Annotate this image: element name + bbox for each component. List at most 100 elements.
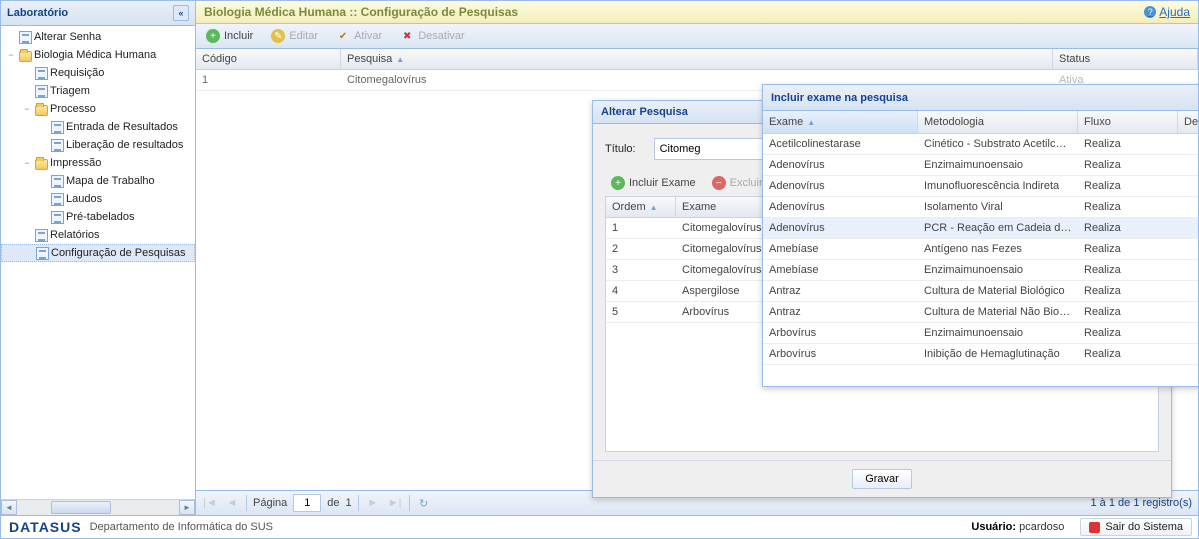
exit-icon: [1089, 522, 1100, 533]
page-icon: [35, 85, 48, 98]
dept-label: Departamento de Informática do SUS: [90, 521, 273, 533]
incluir-button[interactable]: +Incluir: [202, 27, 257, 45]
help-icon: ?: [1144, 6, 1156, 18]
col-ordem[interactable]: Ordem▲: [606, 197, 676, 217]
tree-toggle-icon[interactable]: −: [3, 50, 19, 60]
brand-logo: DATASUS: [1, 519, 90, 535]
col-fluxo[interactable]: Fluxo: [1078, 111, 1178, 133]
incluir-exame-panel: Incluir exame na pesquisa ✕ Exame▲ Metod…: [762, 84, 1198, 387]
tree-node[interactable]: Relatórios: [1, 226, 195, 244]
prev-page-button[interactable]: ◄: [224, 495, 240, 511]
folder-icon: [35, 159, 48, 170]
col-destino[interactable]: Destino: [1178, 111, 1198, 133]
titulo-label: Título:: [605, 143, 636, 155]
page-icon: [51, 211, 64, 224]
exame-row[interactable]: AdenovírusPCR - Reação em Cadeia de Poli…: [763, 218, 1198, 239]
tree-node[interactable]: Mapa de Trabalho: [1, 172, 195, 190]
tree-node[interactable]: −Processo: [1, 100, 195, 118]
paging-info: 1 à 1 de 1 registro(s): [1091, 497, 1193, 509]
col-pesquisa[interactable]: Pesquisa▲: [341, 49, 1053, 69]
sidebar-title: Laboratório: [7, 7, 68, 19]
exame-row[interactable]: AntrazCultura de Material Não BiológicoR…: [763, 302, 1198, 323]
exame-row[interactable]: AntrazCultura de Material BiológicoReali…: [763, 281, 1198, 302]
edit-icon: ✎: [271, 29, 285, 43]
next-page-button[interactable]: ►: [365, 495, 381, 511]
folder-icon: [35, 105, 48, 116]
page-icon: [51, 121, 64, 134]
tree-node[interactable]: Entrada de Resultados: [1, 118, 195, 136]
excluir-button[interactable]: −Excluir: [708, 174, 767, 192]
main-panel: Biologia Médica Humana :: Configuração d…: [196, 1, 1198, 515]
scroll-right-icon[interactable]: ►: [179, 500, 195, 515]
x-icon: ✖: [400, 29, 414, 43]
check-icon: ✔: [336, 29, 350, 43]
grid-header: Código Pesquisa▲ Status: [196, 49, 1198, 70]
exame-row[interactable]: AcetilcolinestaraseCinético - Substrato …: [763, 134, 1198, 155]
col-status[interactable]: Status: [1053, 49, 1198, 69]
folder-icon: [19, 51, 32, 62]
gravar-button[interactable]: Gravar: [852, 469, 912, 489]
page-icon: [51, 175, 64, 188]
exame-row[interactable]: AdenovírusEnzimaimunoensaioRealiza: [763, 155, 1198, 176]
page-title: Biologia Médica Humana :: Configuração d…: [204, 5, 518, 19]
sort-asc-icon: ▲: [807, 118, 815, 127]
col-metodologia[interactable]: Metodologia: [918, 111, 1078, 133]
tree-node[interactable]: Requisição: [1, 64, 195, 82]
editar-button[interactable]: ✎Editar: [267, 27, 322, 45]
incluir-title: Incluir exame na pesquisa: [771, 92, 908, 104]
toolbar: +Incluir ✎Editar ✔Ativar ✖Desativar: [196, 24, 1198, 49]
user-info: Usuário: pcardoso: [961, 521, 1074, 533]
tree-label: Alterar Senha: [34, 31, 101, 43]
last-page-button[interactable]: ►|: [387, 495, 403, 511]
alterar-title: Alterar Pesquisa: [601, 106, 688, 118]
tree-label: Relatórios: [50, 229, 100, 241]
tree-node[interactable]: Pré-tabelados: [1, 208, 195, 226]
page-icon: [51, 139, 64, 152]
tree-node[interactable]: Alterar Senha: [1, 28, 195, 46]
tree-label: Triagem: [50, 85, 90, 97]
tree-node[interactable]: Laudos: [1, 190, 195, 208]
plus-icon: +: [611, 176, 625, 190]
ativar-button[interactable]: ✔Ativar: [332, 27, 386, 45]
page-icon: [51, 193, 64, 206]
exame-row[interactable]: AmebíaseAntígeno nas FezesRealiza: [763, 239, 1198, 260]
exame-row[interactable]: AdenovírusImunofluorescência IndiretaRea…: [763, 176, 1198, 197]
tree-node[interactable]: Configuração de Pesquisas: [1, 244, 195, 262]
plus-icon: +: [206, 29, 220, 43]
desativar-button[interactable]: ✖Desativar: [396, 27, 468, 45]
exame-row[interactable]: ArbovírusEnzimaimunoensaioRealiza: [763, 323, 1198, 344]
tree-label: Mapa de Trabalho: [66, 175, 155, 187]
incluir-exame-button[interactable]: +Incluir Exame: [607, 174, 700, 192]
sidebar-collapse-button[interactable]: «: [173, 5, 189, 21]
nav-tree: Alterar Senha −Biologia Médica HumanaRequ…: [1, 26, 195, 499]
tree-label: Pré-tabelados: [66, 211, 135, 223]
scroll-thumb[interactable]: [51, 501, 111, 514]
tree-toggle-icon[interactable]: −: [19, 104, 35, 114]
tree-label: Liberação de resultados: [66, 139, 183, 151]
first-page-button[interactable]: |◄: [202, 495, 218, 511]
refresh-button[interactable]: ↻: [416, 495, 432, 511]
exame-row[interactable]: ArbovírusInibição de HemaglutinaçãoReali…: [763, 344, 1198, 365]
sidebar-scrollbar[interactable]: ◄ ►: [1, 499, 195, 515]
tree-label: Laudos: [66, 193, 102, 205]
exame-row[interactable]: AdenovírusIsolamento ViralRealiza: [763, 197, 1198, 218]
help-link[interactable]: ? Ajuda: [1144, 5, 1190, 19]
col-codigo[interactable]: Código: [196, 49, 341, 69]
page-icon: [36, 247, 49, 260]
tree-node[interactable]: Triagem: [1, 82, 195, 100]
minus-icon: −: [712, 176, 726, 190]
sort-asc-icon: ▲: [396, 55, 404, 64]
page-icon: [35, 229, 48, 242]
exame-row[interactable]: AmebíaseEnzimaimunoensaioRealiza: [763, 260, 1198, 281]
tree-label: Entrada de Resultados: [66, 121, 178, 133]
tree-node[interactable]: −Impressão: [1, 154, 195, 172]
sidebar: Laboratório « Alterar Senha −Biologia Méd…: [1, 1, 196, 515]
scroll-left-icon[interactable]: ◄: [1, 500, 17, 515]
col-exame[interactable]: Exame▲: [763, 111, 918, 133]
tree-node[interactable]: Liberação de resultados: [1, 136, 195, 154]
tree-node[interactable]: −Biologia Médica Humana: [1, 46, 195, 64]
page-input[interactable]: [293, 494, 321, 512]
exit-button[interactable]: Sair do Sistema: [1080, 518, 1192, 536]
sort-asc-icon: ▲: [650, 203, 658, 212]
tree-toggle-icon[interactable]: −: [19, 158, 35, 168]
